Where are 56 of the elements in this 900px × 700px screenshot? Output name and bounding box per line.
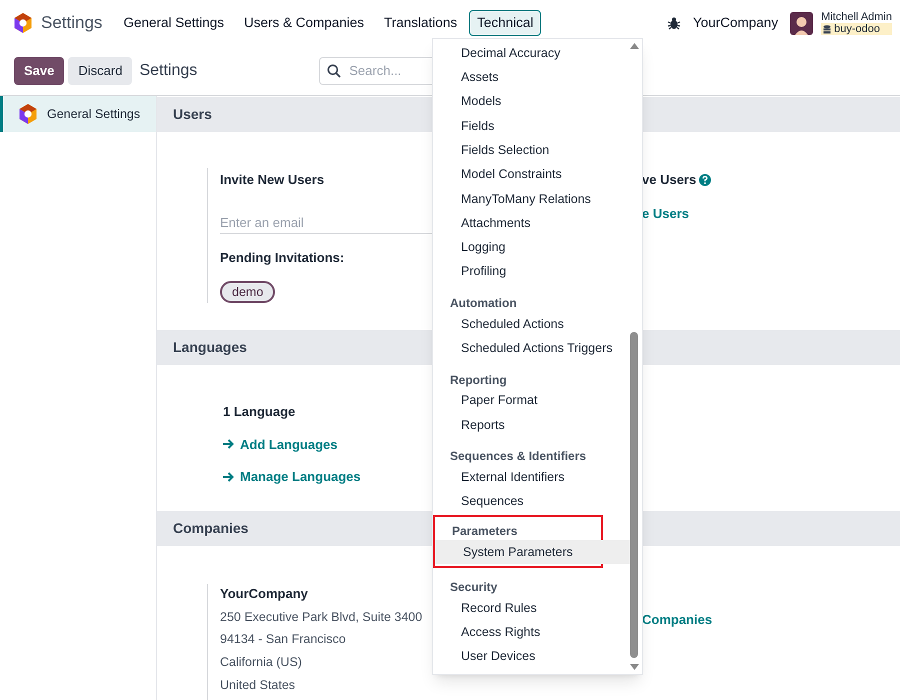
help-icon[interactable]: [699, 174, 712, 186]
app-logo-icon: [14, 13, 32, 33]
sidebar-item[interactable]: General Settings: [0, 96, 156, 132]
menu-item[interactable]: ManyToMany Relations: [433, 186, 629, 212]
address-line: California (US): [220, 654, 302, 671]
menu-section-heading: Parameters: [451, 522, 518, 540]
company-name: YourCompany: [220, 585, 308, 603]
menu-item[interactable]: Sequences: [433, 489, 629, 514]
menu-item[interactable]: Scheduled Actions Triggers: [433, 336, 629, 361]
user-name[interactable]: Mitchell Admin: [821, 11, 892, 23]
menu-section-heading: Security: [449, 579, 498, 596]
manage-companies-link[interactable]: Companies: [642, 612, 712, 627]
menu-section-heading: Sequences & Identifiers: [449, 448, 588, 466]
language-link[interactable]: Add Languages: [240, 434, 338, 454]
menu-item[interactable]: User Devices: [433, 644, 629, 669]
address-line: 94134 - San Francisco: [220, 631, 346, 648]
menu-item[interactable]: Logging: [433, 235, 629, 260]
discard-button[interactable]: Discard: [68, 56, 132, 84]
database-badge: buy-odoo: [821, 23, 892, 35]
address-line: 250 Executive Park Blvd, Suite 3400: [220, 608, 422, 626]
arrow-right-icon: [223, 439, 234, 450]
avatar-icon[interactable]: [790, 12, 814, 34]
address-line: United States: [220, 676, 296, 694]
menu-item[interactable]: External Identifiers: [433, 465, 629, 490]
menu-item[interactable]: Profiling: [433, 260, 629, 284]
save-button[interactable]: Save: [14, 56, 64, 84]
menu-section-heading: Automation: [449, 294, 518, 312]
menu-item[interactable]: Access Rights: [433, 620, 629, 645]
field-label: ve Users: [642, 171, 696, 189]
nav-tab[interactable]: General Settings: [115, 10, 232, 36]
menu-section-heading: Reporting: [449, 372, 508, 389]
field-label: Pending Invitations:: [220, 248, 344, 267]
database-icon: [823, 24, 832, 34]
scroll-up-icon[interactable]: [630, 43, 638, 49]
nav-tab[interactable]: Translations: [376, 10, 466, 36]
field-label: Invite New Users: [220, 171, 324, 189]
search-icon: [327, 64, 342, 78]
menu-item[interactable]: Fields Selection: [433, 138, 629, 162]
arrow-right-icon: [223, 472, 234, 482]
menu-item[interactable]: System Parameters: [435, 540, 631, 564]
menu-item[interactable]: Reports: [433, 412, 629, 438]
app-title: Settings: [41, 12, 102, 34]
nav-tab[interactable]: Technical: [469, 10, 542, 36]
scrollbar-thumb[interactable]: [630, 332, 638, 658]
language-count: 1 Language: [223, 403, 296, 421]
menu-item[interactable]: Record Rules: [433, 596, 629, 620]
invitation-tag[interactable]: demo: [220, 281, 276, 303]
company-switcher[interactable]: YourCompany: [693, 12, 778, 34]
app-logo-icon: [19, 104, 37, 124]
menu-item[interactable]: Model Constraints: [433, 162, 629, 187]
page-title: Settings: [139, 60, 198, 80]
nav-tab[interactable]: Users & Companies: [236, 10, 372, 36]
menu-item[interactable]: Paper Format: [433, 388, 629, 413]
bug-icon[interactable]: [667, 16, 682, 30]
scroll-down-icon[interactable]: [630, 664, 638, 670]
language-link[interactable]: Manage Languages: [240, 467, 361, 486]
